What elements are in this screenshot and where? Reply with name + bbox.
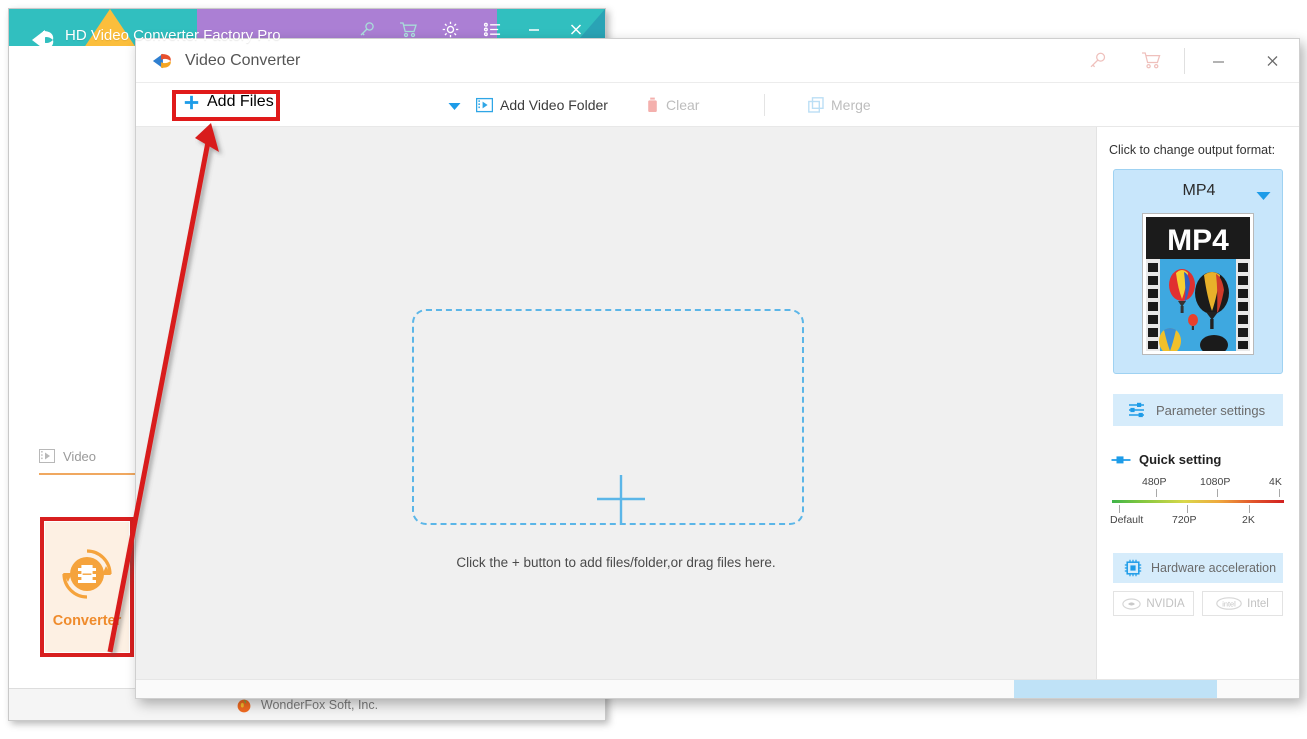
slider-label-2k: 2K (1242, 514, 1255, 526)
slider-tick (1249, 505, 1250, 513)
background-app-title: HD Video Converter Factory Pro (65, 27, 281, 44)
cpu-chip-icon (1124, 559, 1142, 577)
folder-video-icon (476, 97, 493, 113)
sliders-icon (1129, 402, 1144, 418)
add-video-folder-button[interactable]: Add Video Folder (476, 83, 608, 127)
add-files-dropdown-caret[interactable] (448, 98, 461, 116)
quality-slider-track[interactable] (1112, 500, 1284, 503)
background-video-tab[interactable]: Video (39, 439, 147, 475)
run-button[interactable]: Run (1014, 680, 1217, 699)
nvidia-chip[interactable]: NVIDIA (1113, 591, 1194, 616)
output-format-panel: Click to change output format: MP4 MP4 P… (1096, 127, 1299, 679)
clear-button[interactable]: Clear (646, 83, 699, 127)
close-icon[interactable] (555, 17, 597, 41)
cart-icon[interactable] (1124, 39, 1178, 83)
video-tab-label: Video (63, 448, 97, 464)
quality-slider[interactable]: 480P 1080P 4K Default 720P 2K (1110, 476, 1284, 531)
slider-handle-icon (1111, 455, 1131, 463)
plus-large-icon[interactable] (591, 469, 651, 529)
clear-label: Clear (666, 97, 700, 113)
output-format-heading: Click to change output format: (1109, 143, 1276, 157)
key-icon[interactable] (345, 17, 387, 41)
nvidia-eye-icon (1122, 597, 1142, 610)
wonderfox-logo-icon (29, 27, 57, 53)
intel-label: Intel (1247, 597, 1269, 610)
slider-tick (1119, 505, 1120, 513)
merge-squares-icon (808, 97, 824, 113)
dropzone-caption: Click the + button to add files/folder,o… (456, 555, 776, 570)
titlebar-separator (1184, 47, 1185, 74)
intel-chip[interactable]: intel Intel (1202, 591, 1283, 616)
converter-tile[interactable]: Converter (45, 522, 129, 652)
hardware-acceleration-label: Hardware acceleration (1151, 561, 1277, 575)
film-icon (39, 449, 55, 463)
quick-setting-row[interactable]: Quick setting (1111, 452, 1299, 467)
slider-label-default: Default (1110, 514, 1144, 526)
bottom-bar: Output folder: (136, 679, 1299, 699)
cart-icon[interactable] (387, 17, 429, 41)
schedule-alarm-button[interactable] (1248, 694, 1278, 699)
merge-label: Merge (831, 97, 871, 113)
slider-tick (1156, 489, 1157, 497)
minimize-icon[interactable] (1191, 39, 1245, 83)
hardware-acceleration-button[interactable]: Hardware acceleration (1113, 553, 1283, 583)
output-format-thumbnail: MP4 (1143, 214, 1253, 354)
slider-label-720p: 720P (1172, 514, 1197, 526)
converter-film-arrows-icon (62, 549, 112, 599)
run-button-label: Run (1092, 694, 1140, 699)
wonderfox-logo-icon (152, 53, 171, 68)
screen: HD Video Converter Factory Pro Video Con… (0, 0, 1307, 739)
slider-tick (1187, 505, 1188, 513)
svg-text:MP4: MP4 (1167, 224, 1229, 257)
statusbar-text: WonderFox Soft, Inc. (260, 697, 379, 712)
window-title: Video Converter (185, 51, 301, 69)
plus-icon (184, 95, 199, 109)
background-titlebar-controls (345, 17, 597, 41)
file-list-dropzone-area[interactable]: Click the + button to add files/folder,o… (136, 127, 1096, 679)
main-toolbar: Add Files Add Video Folder Clear Merge (136, 83, 1299, 127)
slider-label-1080p: 1080P (1200, 476, 1231, 488)
svg-text:intel: intel (1222, 600, 1236, 609)
nvidia-label: NVIDIA (1146, 597, 1185, 610)
converter-tile-label: Converter (52, 613, 122, 629)
toolbar-separator (764, 94, 765, 116)
merge-button[interactable]: Merge (808, 83, 871, 127)
slider-label-4k: 4K (1269, 476, 1282, 488)
caret-down-icon (1256, 192, 1271, 200)
output-format-card[interactable]: MP4 MP4 (1113, 169, 1283, 374)
intel-icon: intel (1216, 597, 1242, 610)
slider-tick (1279, 489, 1280, 497)
add-files-label: Add Files (207, 93, 274, 110)
slider-label-480p: 480P (1142, 476, 1167, 488)
gpu-chips-row: NVIDIA intel Intel (1113, 591, 1283, 616)
gear-icon[interactable] (429, 17, 471, 41)
parameter-settings-label: Parameter settings (1156, 402, 1266, 418)
minimize-icon[interactable] (513, 17, 555, 41)
window-titlebar: Video Converter (136, 39, 1299, 83)
alarm-clock-icon (1248, 694, 1278, 699)
list-icon[interactable] (471, 17, 513, 41)
output-format-caret[interactable] (1256, 188, 1271, 206)
quick-setting-label: Quick setting (1139, 452, 1222, 467)
caret-down-icon (448, 103, 461, 110)
trash-icon (648, 97, 657, 112)
window-controls (1070, 39, 1299, 83)
video-converter-window: Video Converter Add Files Add Video Fold… (135, 38, 1300, 699)
slider-tick (1217, 489, 1218, 497)
add-video-folder-label: Add Video Folder (500, 97, 608, 113)
close-icon[interactable] (1245, 39, 1299, 83)
add-files-button[interactable]: Add Files (172, 89, 286, 115)
key-icon[interactable] (1070, 39, 1124, 83)
parameter-settings-button[interactable]: Parameter settings (1113, 394, 1283, 426)
